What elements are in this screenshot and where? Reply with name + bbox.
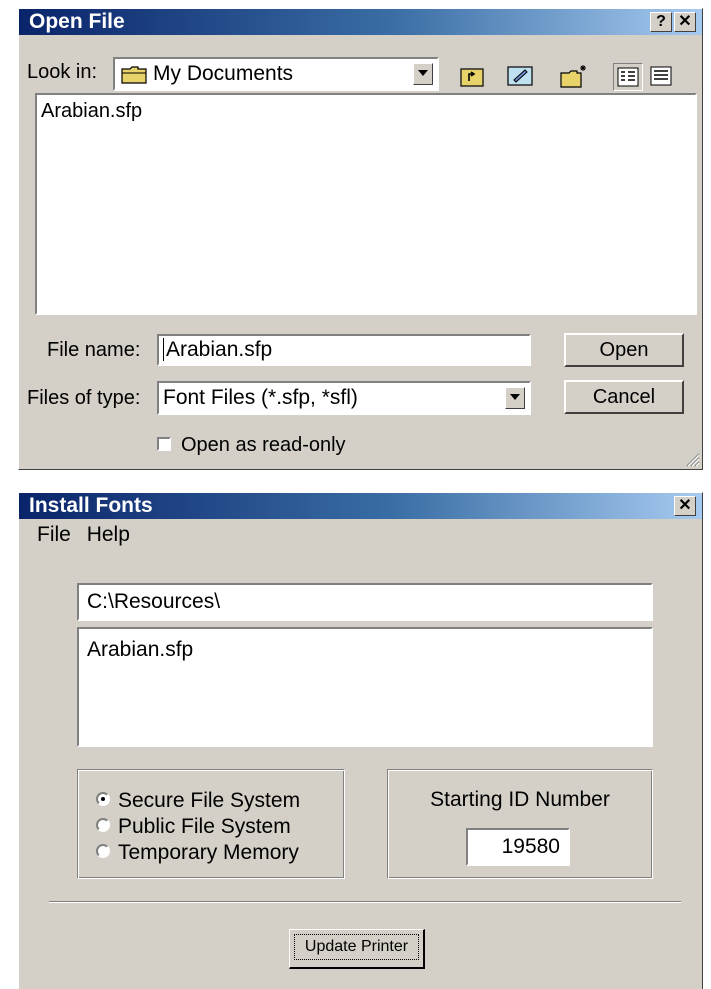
- temporary-memory-label: Temporary Memory: [118, 841, 299, 864]
- folder-icon: [121, 64, 149, 94]
- update-printer-button[interactable]: Update Printer: [289, 929, 425, 969]
- look-in-dropdown-button[interactable]: [413, 63, 433, 85]
- open-file-dialog: Open File ? ✕ Look in: My Documents Arab…: [18, 8, 703, 470]
- file-name-label: File name:: [47, 339, 141, 361]
- radio-button[interactable]: [96, 844, 110, 859]
- chevron-down-icon: [510, 394, 520, 400]
- path-input[interactable]: C:\Resources\: [77, 583, 653, 621]
- update-printer-label: Update Printer: [294, 934, 419, 960]
- menu-file[interactable]: File: [37, 523, 71, 546]
- read-only-checkbox-row[interactable]: Open as read-only: [157, 433, 346, 457]
- install-fonts-title-bar[interactable]: Install Fonts ✕: [19, 493, 702, 519]
- separator: [49, 901, 681, 903]
- help-button[interactable]: ?: [650, 12, 672, 32]
- open-button[interactable]: Open: [564, 333, 684, 367]
- up-one-level-icon[interactable]: [457, 63, 487, 91]
- starting-id-label: Starting ID Number: [430, 788, 610, 811]
- resize-grip-icon[interactable]: [684, 451, 700, 467]
- files-of-type-label: Files of type:: [27, 387, 141, 409]
- details-view-icon[interactable]: [647, 63, 677, 91]
- secure-file-system-label: Secure File System: [118, 789, 301, 812]
- public-file-system-label: Public File System: [118, 815, 291, 838]
- selected-file-item[interactable]: Arabian.sfp: [87, 637, 193, 663]
- desktop-icon[interactable]: [505, 63, 535, 91]
- open-file-title: Open File: [29, 10, 125, 33]
- install-fonts-title: Install Fonts: [29, 494, 153, 517]
- menu-help[interactable]: Help: [87, 523, 130, 546]
- close-button[interactable]: ✕: [674, 496, 696, 516]
- destination-group: Secure File System Public File System Te…: [77, 769, 345, 879]
- files-of-type-value: Font Files (*.sfp, *sfl): [163, 386, 358, 409]
- look-in-value: My Documents: [153, 62, 294, 85]
- read-only-checkbox[interactable]: [157, 436, 171, 451]
- files-of-type-select[interactable]: Font Files (*.sfp, *sfl): [157, 381, 531, 415]
- starting-id-group: Starting ID Number 19580: [387, 769, 653, 879]
- starting-id-input[interactable]: 19580: [466, 828, 570, 866]
- read-only-label: Open as read-only: [181, 434, 346, 456]
- file-list[interactable]: Arabian.sfp: [35, 93, 697, 315]
- new-folder-icon[interactable]: [559, 63, 589, 91]
- close-button[interactable]: ✕: [674, 12, 696, 32]
- file-name-input[interactable]: Arabian.sfp: [157, 334, 531, 366]
- list-view-icon[interactable]: [613, 63, 643, 91]
- open-file-title-bar[interactable]: Open File ? ✕: [19, 9, 702, 35]
- chevron-down-icon: [418, 70, 428, 76]
- files-of-type-dropdown-button[interactable]: [505, 387, 525, 409]
- radio-secure-file-system[interactable]: Secure File System: [96, 788, 300, 814]
- radio-button[interactable]: [96, 818, 110, 833]
- file-list-item[interactable]: Arabian.sfp: [41, 99, 142, 123]
- radio-temporary-memory[interactable]: Temporary Memory: [96, 840, 299, 866]
- look-in-label: Look in:: [27, 61, 98, 83]
- install-fonts-dialog: Install Fonts ✕ File Help C:\Resources\ …: [18, 492, 703, 989]
- look-in-select[interactable]: My Documents: [113, 57, 439, 91]
- menu-bar: File Help: [19, 523, 130, 547]
- radio-public-file-system[interactable]: Public File System: [96, 814, 291, 840]
- cancel-button[interactable]: Cancel: [564, 380, 684, 414]
- radio-button-selected[interactable]: [96, 792, 110, 807]
- selected-file-list[interactable]: Arabian.sfp: [77, 627, 653, 747]
- file-name-value: Arabian.sfp: [163, 338, 273, 361]
